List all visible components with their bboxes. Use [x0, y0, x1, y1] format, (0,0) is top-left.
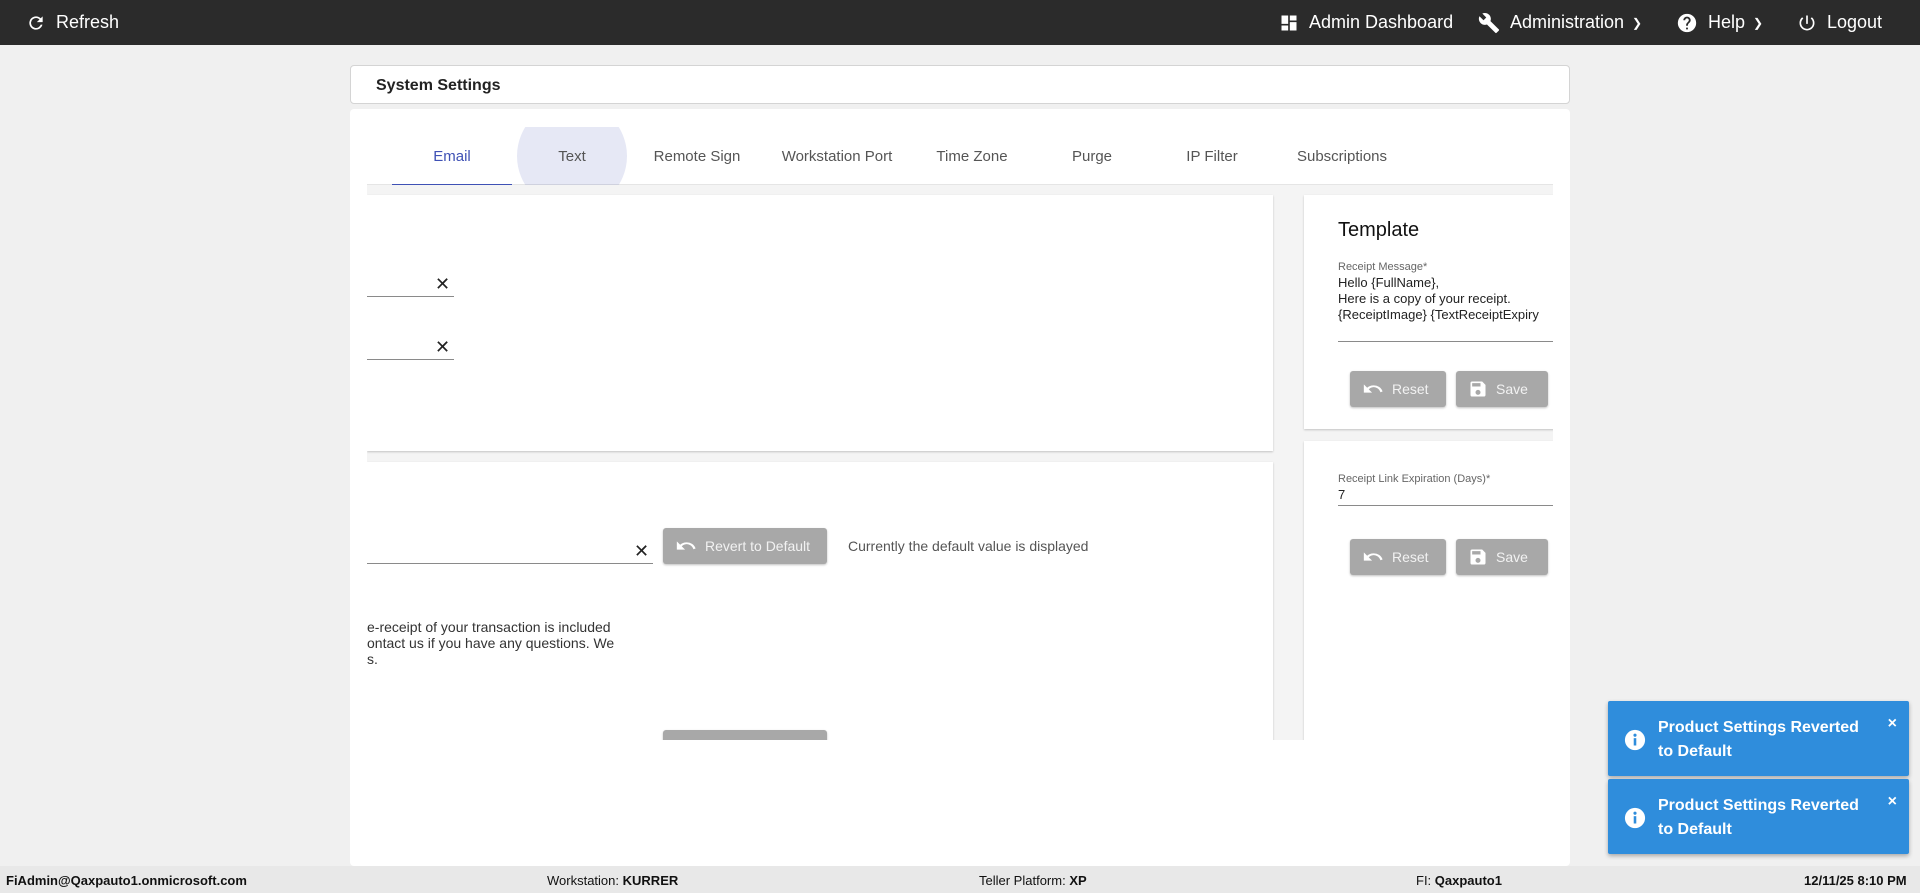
clear-icon[interactable]: ✕ — [634, 542, 649, 560]
chevron-down-icon: ❯ — [1753, 15, 1764, 30]
toast-notification: Product Settings Reverted to Default × — [1608, 701, 1909, 776]
status-platform: Teller Platform: XP — [979, 873, 1087, 888]
logout-button[interactable]: Logout — [1797, 0, 1882, 45]
status-fi: FI: Qaxpauto1 — [1416, 873, 1502, 888]
page-title: System Settings — [376, 77, 501, 94]
tab-subscriptions[interactable]: Subscriptions — [1272, 127, 1412, 185]
tab-content-scroll[interactable]: ✕ ✕ ✕ Revert to Default Currently the de… — [367, 185, 1553, 740]
template-heading: Template — [1338, 219, 1420, 241]
close-icon[interactable]: × — [1888, 715, 1897, 733]
email-field-1[interactable] — [367, 296, 454, 297]
email-body-panel: ✕ Revert to Default Currently the defaul… — [367, 462, 1273, 740]
template-reset-button[interactable]: Reset — [1350, 371, 1446, 407]
chevron-down-icon: ❯ — [1632, 15, 1643, 30]
settings-tabs: Email Text Remote Sign Workstation Port … — [367, 127, 1553, 186]
help-menu[interactable]: Help ❯ — [1676, 0, 1763, 45]
info-icon — [1624, 729, 1646, 751]
wrench-icon — [1478, 12, 1500, 33]
template-save-button[interactable]: Save — [1456, 371, 1548, 407]
toast-message: Product Settings Reverted to Default — [1658, 797, 1859, 838]
revert-to-default-button[interactable]: Revert to Default — [663, 528, 827, 564]
refresh-icon — [29, 15, 43, 30]
refresh-button[interactable]: Refresh — [26, 0, 119, 45]
undo-icon — [676, 541, 696, 550]
default-value-note: Currently the default value is displayed — [848, 538, 1089, 554]
clear-icon[interactable]: ✕ — [435, 338, 450, 356]
email-field-2[interactable] — [367, 359, 454, 360]
email-settings-panel: ✕ ✕ — [367, 195, 1273, 451]
text-template-panel: Template Receipt Message* Hello {FullNam… — [1304, 195, 1553, 429]
undo-icon — [675, 737, 697, 740]
tab-remote-sign[interactable]: Remote Sign — [632, 127, 762, 185]
tab-time-zone[interactable]: Time Zone — [912, 127, 1032, 185]
tab-workstation-port[interactable]: Workstation Port — [762, 127, 912, 185]
admin-dashboard-link[interactable]: Admin Dashboard — [1279, 0, 1453, 45]
save-icon — [1470, 549, 1486, 565]
clear-icon[interactable]: ✕ — [435, 275, 450, 293]
status-workstation: Workstation: KURRER — [547, 873, 679, 888]
top-navbar: Refresh Admin Dashboard Administration ❯… — [0, 0, 1920, 45]
logout-label: Logout — [1827, 12, 1883, 32]
receipt-message-underline — [1338, 341, 1553, 342]
receipt-message-label: Receipt Message* — [1338, 261, 1428, 273]
toast-notification: Product Settings Reverted to Default × — [1608, 779, 1909, 854]
email-body-text: e-receipt of your transaction is include… — [367, 619, 615, 667]
info-icon — [1624, 807, 1646, 829]
administration-menu[interactable]: Administration ❯ — [1478, 0, 1642, 45]
undo-icon — [1363, 384, 1383, 393]
expiration-underline — [1338, 505, 1553, 506]
expiration-reset-button[interactable]: Reset — [1350, 539, 1446, 575]
help-icon — [1677, 13, 1697, 32]
page-header: System Settings — [350, 65, 1570, 104]
toast-message: Product Settings Reverted to Default — [1658, 719, 1859, 760]
save-icon — [1470, 381, 1486, 397]
settings-card: Email Text Remote Sign Workstation Port … — [350, 109, 1570, 866]
administration-label: Administration — [1510, 12, 1625, 32]
receipt-message-field[interactable]: Hello {FullName}, Here is a copy of your… — [1338, 275, 1539, 323]
status-user: FiAdmin@Qaxpauto1.onmicrosoft.com — [6, 873, 247, 888]
revert-to-default-button[interactable]: Revert to Default — [663, 730, 827, 740]
email-subject-field[interactable] — [367, 563, 653, 564]
expiration-label: Receipt Link Expiration (Days)* — [1338, 473, 1491, 485]
dashboard-icon — [1281, 15, 1297, 30]
admin-dashboard-label: Admin Dashboard — [1309, 12, 1454, 32]
status-datetime: 12/11/25 8:10 PM — [1804, 873, 1907, 888]
expiration-input[interactable]: 7 — [1338, 487, 1345, 502]
undo-icon — [1363, 552, 1383, 561]
expiration-save-button[interactable]: Save — [1456, 539, 1548, 575]
status-bar: FiAdmin@Qaxpauto1.onmicrosoft.com Workst… — [0, 866, 1920, 893]
help-label: Help — [1708, 12, 1746, 32]
power-icon — [1799, 15, 1815, 30]
refresh-label: Refresh — [56, 12, 120, 32]
tab-ip-filter[interactable]: IP Filter — [1152, 127, 1272, 185]
tab-text[interactable]: Text — [512, 127, 632, 185]
receipt-expiration-panel: Receipt Link Expiration (Days)* 7 Reset … — [1304, 441, 1553, 740]
tab-email[interactable]: Email — [392, 127, 512, 186]
tab-purge[interactable]: Purge — [1032, 127, 1152, 185]
close-icon[interactable]: × — [1888, 793, 1897, 811]
